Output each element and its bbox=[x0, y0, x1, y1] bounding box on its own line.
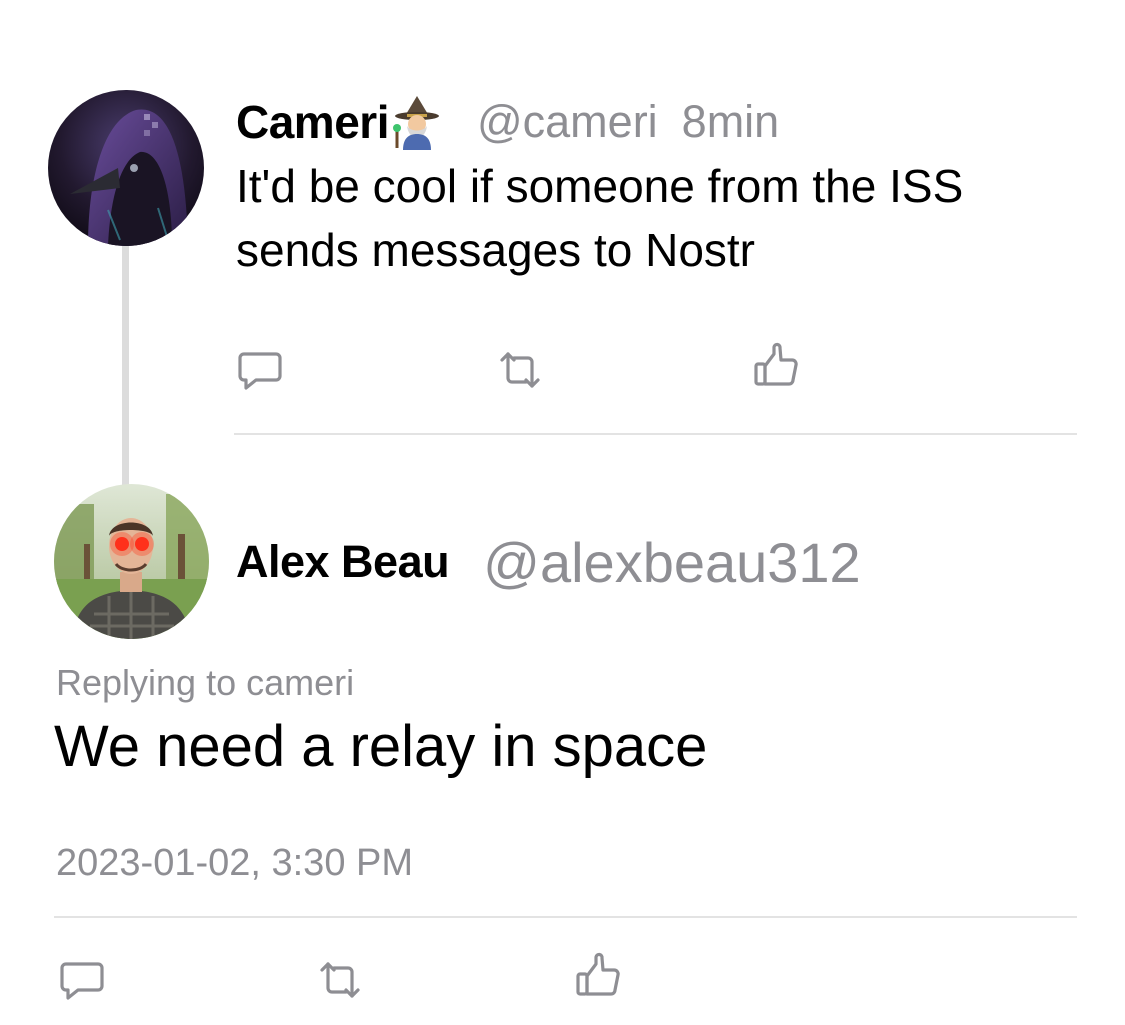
parent-handle[interactable]: @cameri bbox=[477, 96, 658, 148]
reply-icon[interactable] bbox=[236, 346, 284, 394]
replying-to-label[interactable]: Replying to cameri bbox=[56, 662, 354, 704]
reply-timestamp: 2023-01-02, 3:30 PM bbox=[56, 842, 414, 884]
reply-divider bbox=[54, 916, 1077, 918]
parent-display-name[interactable]: Cameri bbox=[236, 95, 389, 149]
like-icon[interactable] bbox=[574, 952, 622, 1000]
thread-connector-line bbox=[122, 240, 129, 488]
repost-icon[interactable] bbox=[316, 956, 364, 1004]
parent-time-ago: 8min bbox=[681, 96, 780, 147]
parent-note-header: Cameri @cameri 8min bbox=[236, 92, 779, 152]
avatar-cameri[interactable] bbox=[48, 90, 204, 246]
reply-display-name[interactable]: Alex Beau bbox=[236, 536, 450, 588]
reply-handle[interactable]: @alexbeau312 bbox=[483, 530, 861, 595]
parent-note-content: It'd be cool if someone from the ISS sen… bbox=[236, 160, 964, 276]
parent-divider bbox=[234, 433, 1077, 435]
like-icon[interactable] bbox=[752, 342, 800, 390]
avatar-alex-beau[interactable] bbox=[54, 484, 209, 639]
reply-icon[interactable] bbox=[58, 956, 106, 1004]
wizard-emoji-icon bbox=[391, 94, 443, 150]
reply-note-content: We need a relay in space bbox=[54, 714, 708, 779]
repost-icon[interactable] bbox=[496, 346, 544, 394]
reply-note-header: Alex Beau @alexbeau312 bbox=[236, 530, 861, 594]
